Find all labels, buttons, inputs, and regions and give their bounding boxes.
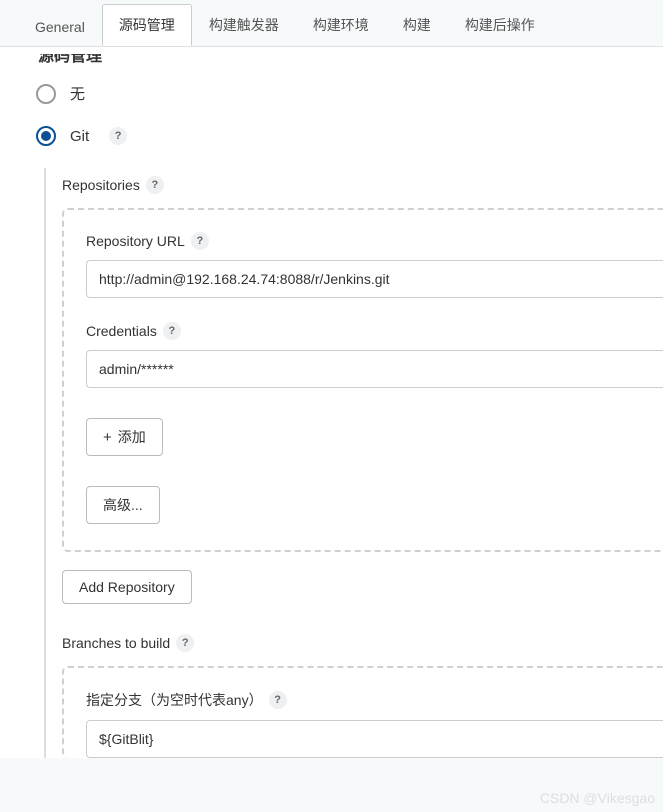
content-area: 无 Git ? Repositories ? Repository URL ? …: [0, 46, 663, 758]
repo-url-label: Repository URL ?: [86, 232, 663, 250]
tabs-bar: General 源码管理 构建触发器 构建环境 构建 构建后操作: [0, 0, 663, 46]
add-credentials-button[interactable]: + 添加: [86, 418, 163, 456]
repo-url-input[interactable]: [86, 260, 663, 298]
repo-url-block: Repository URL ?: [86, 232, 663, 298]
radio-none-row: 无: [36, 83, 663, 104]
help-icon[interactable]: ?: [163, 322, 181, 340]
radio-git[interactable]: [36, 126, 56, 146]
repositories-label: Repositories ?: [62, 176, 663, 194]
branch-spec-input[interactable]: [86, 720, 663, 758]
repository-box: Repository URL ? Credentials ? + 添加: [62, 208, 663, 552]
tab-env[interactable]: 构建环境: [296, 4, 386, 46]
help-icon[interactable]: ?: [176, 634, 194, 652]
git-config-section: Repositories ? Repository URL ? Credenti…: [44, 168, 663, 758]
credentials-block: Credentials ?: [86, 322, 663, 388]
help-icon[interactable]: ?: [191, 232, 209, 250]
help-icon[interactable]: ?: [109, 127, 127, 145]
credentials-label: Credentials ?: [86, 322, 663, 340]
credentials-select[interactable]: [86, 350, 663, 388]
tab-build[interactable]: 构建: [386, 4, 448, 46]
add-repository-button[interactable]: Add Repository: [62, 570, 192, 604]
tab-scm[interactable]: 源码管理: [102, 4, 192, 46]
branch-spec-block: 指定分支（为空时代表any） ?: [86, 690, 663, 758]
help-icon[interactable]: ?: [146, 176, 164, 194]
tab-post[interactable]: 构建后操作: [448, 4, 552, 46]
radio-none[interactable]: [36, 84, 56, 104]
plus-icon: +: [103, 430, 112, 445]
radio-git-row: Git ?: [36, 126, 663, 146]
tab-general[interactable]: General: [18, 8, 102, 46]
tab-triggers[interactable]: 构建触发器: [192, 4, 296, 46]
help-icon[interactable]: ?: [269, 691, 287, 709]
radio-none-label: 无: [70, 83, 85, 104]
branch-spec-label: 指定分支（为空时代表any） ?: [86, 690, 663, 710]
watermark: CSDN @Vikesgao: [540, 790, 655, 806]
radio-git-label: Git: [70, 128, 89, 145]
branches-label: Branches to build ?: [62, 634, 663, 652]
advanced-button[interactable]: 高级...: [86, 486, 160, 524]
branches-box: 指定分支（为空时代表any） ?: [62, 666, 663, 758]
